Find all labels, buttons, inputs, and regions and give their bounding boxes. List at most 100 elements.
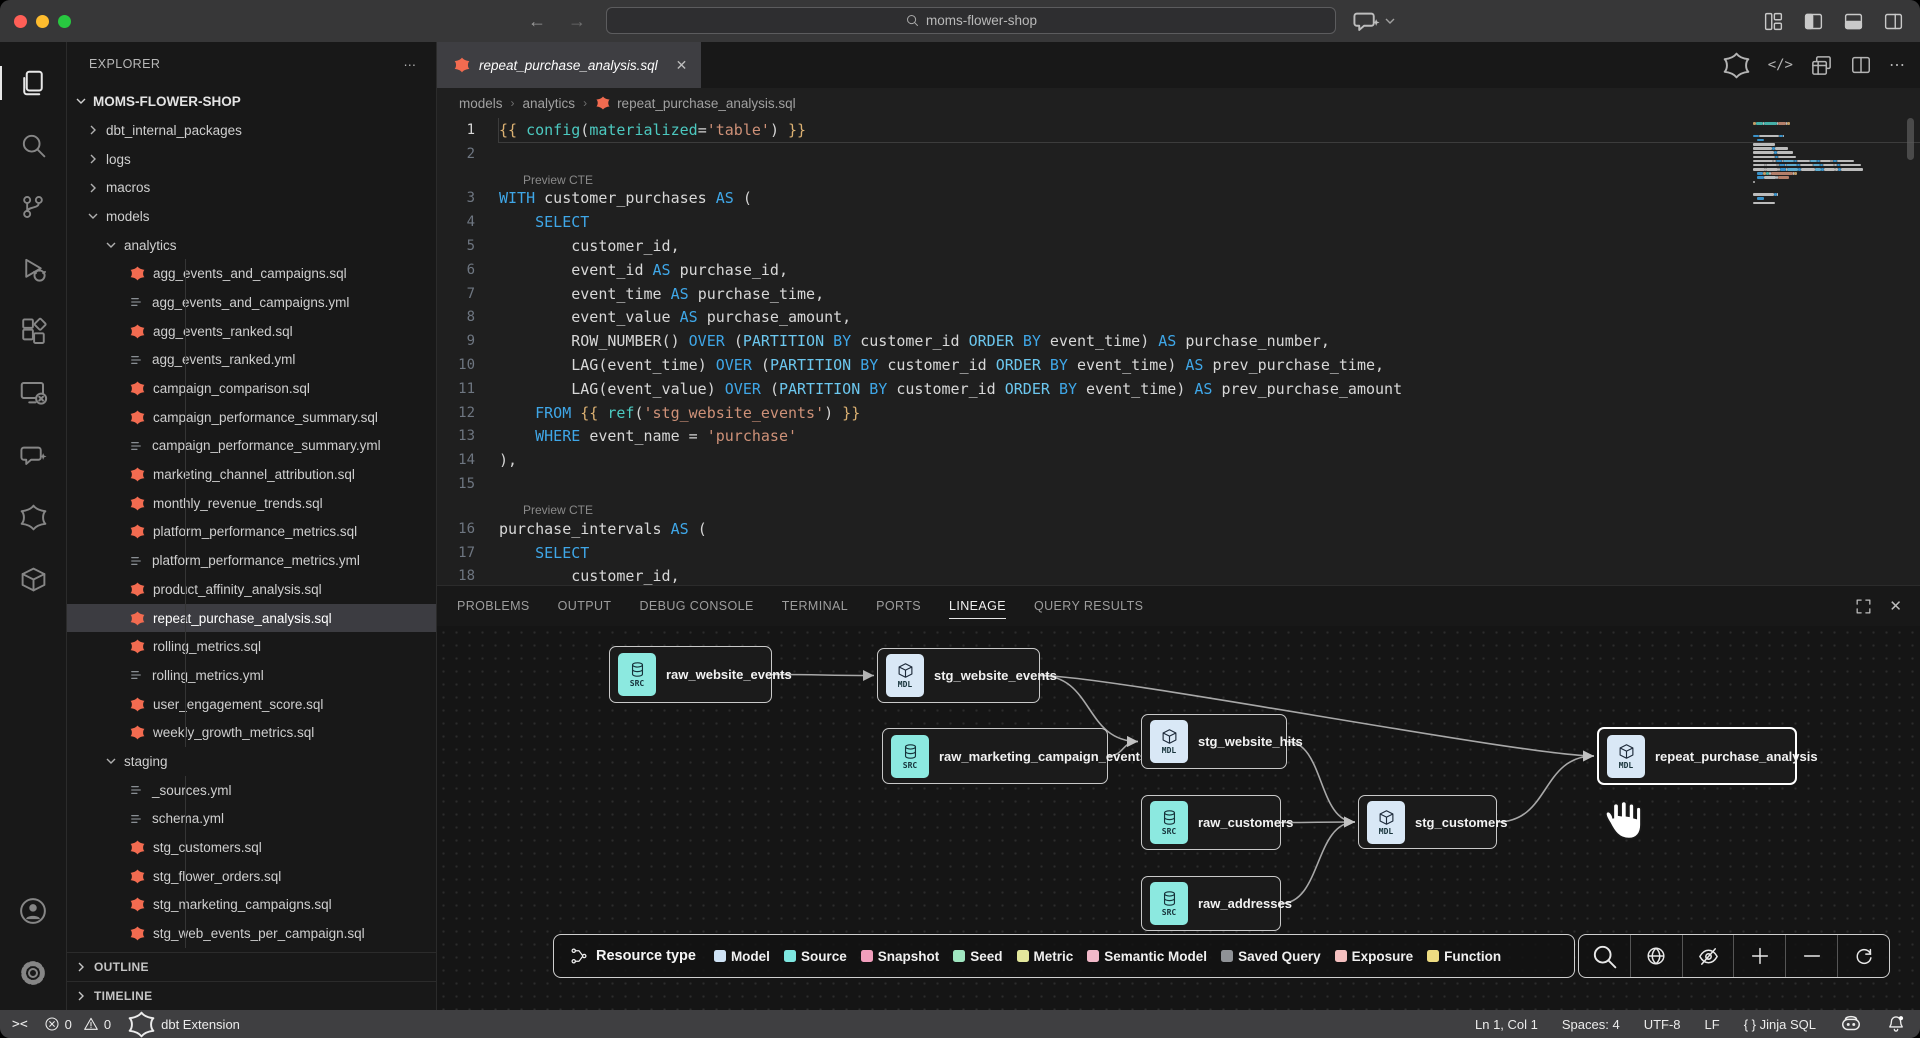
tree-item-stg-web-events-per-campaign-sql[interactable]: stg_web_events_per_campaign.sql xyxy=(67,919,436,948)
lineage-canvas[interactable]: SRCraw_website_events MDLstg_website_even… xyxy=(437,626,1920,1010)
lineage-search-icon[interactable] xyxy=(1579,935,1630,977)
activity-search[interactable] xyxy=(0,114,67,176)
panel-tab-problems[interactable]: PROBLEMS xyxy=(457,586,530,626)
maximize-window-button[interactable] xyxy=(58,15,71,28)
panel-tab-terminal[interactable]: TERMINAL xyxy=(782,586,848,626)
customize-layout-icon[interactable] xyxy=(1763,11,1784,32)
activity-chat[interactable] xyxy=(0,424,67,486)
close-window-button[interactable] xyxy=(14,15,27,28)
tree-item-user-engagement-score-sql[interactable]: user_engagement_score.sql xyxy=(67,690,436,719)
status-utf-8[interactable]: UTF-8 xyxy=(1644,1017,1681,1032)
tree-item-marketing-channel-attribution-sql[interactable]: marketing_channel_attribution.sql xyxy=(67,460,436,489)
lineage-plus-icon[interactable] xyxy=(1733,935,1785,977)
query-preview-icon[interactable] xyxy=(1810,54,1833,77)
activity-account[interactable] xyxy=(0,880,67,942)
tree-item-campaign-comparison-sql[interactable]: campaign_comparison.sql xyxy=(67,374,436,403)
panel-tab-output[interactable]: OUTPUT xyxy=(558,586,612,626)
tree-item-analytics[interactable]: analytics xyxy=(67,231,436,260)
tree-item-platform-performance-metrics-yml[interactable]: platform_performance_metrics.yml xyxy=(67,546,436,575)
tree-item-models[interactable]: models xyxy=(67,202,436,231)
toggle-primary-sidebar-icon[interactable] xyxy=(1803,11,1824,32)
toggle-secondary-sidebar-icon[interactable] xyxy=(1883,11,1904,32)
tree-item-product-affinity-analysis-sql[interactable]: product_affinity_analysis.sql xyxy=(67,575,436,604)
lineage-node-repeat-purchase-analysis[interactable]: MDLrepeat_purchase_analysis xyxy=(1597,727,1797,785)
tree-item-agg-events-and-campaigns-yml[interactable]: agg_events_and_campaigns.yml xyxy=(67,288,436,317)
breadcrumb[interactable]: models›analytics›repeat_purchase_analysi… xyxy=(437,88,1920,118)
tree-item-logs[interactable]: logs xyxy=(67,145,436,174)
tree-item-dbt-internal-packages[interactable]: dbt_internal_packages xyxy=(67,116,436,145)
breadcrumb-item[interactable]: analytics xyxy=(523,96,576,111)
toggle-panel-icon[interactable] xyxy=(1843,11,1864,32)
tab-repeat-purchase-analysis[interactable]: repeat_purchase_analysis.sql ✕ xyxy=(437,42,701,88)
copilot-chat-button[interactable] xyxy=(1352,7,1396,36)
lineage-refresh-icon[interactable] xyxy=(1837,935,1889,977)
dbt-action-icon[interactable] xyxy=(1722,51,1751,80)
command-center-search[interactable]: moms-flower-shop xyxy=(606,7,1336,34)
tree-item-staging[interactable]: staging xyxy=(67,747,436,776)
codelens-preview-cte[interactable]: Preview CTE xyxy=(437,496,1920,517)
status-lf[interactable]: LF xyxy=(1705,1017,1720,1032)
tree-item--sources-yml[interactable]: _sources.yml xyxy=(67,776,436,805)
tree-item-schema-yml[interactable]: schema.yml xyxy=(67,805,436,834)
status-spaces-4[interactable]: Spaces: 4 xyxy=(1562,1017,1620,1032)
panel-tab-lineage[interactable]: LINEAGE xyxy=(949,586,1006,626)
activity-package[interactable] xyxy=(0,548,67,610)
status--jinja-sql[interactable]: { } Jinja SQL xyxy=(1744,1017,1816,1032)
compiled-code-icon[interactable]: </> xyxy=(1768,57,1793,73)
tree-item-campaign-performance-summary-yml[interactable]: campaign_performance_summary.yml xyxy=(67,432,436,461)
problems-indicator[interactable]: 0 0 xyxy=(44,1016,111,1032)
lineage-node-stg-website-events[interactable]: MDLstg_website_events xyxy=(877,648,1040,703)
lineage-node-stg-customers[interactable]: MDLstg_customers xyxy=(1358,795,1497,849)
activity-dbt[interactable] xyxy=(0,486,67,548)
lineage-node-stg-website-hits[interactable]: MDLstg_website_hits xyxy=(1141,714,1287,769)
explorer-more-actions-icon[interactable]: ⋯ xyxy=(404,57,419,72)
tree-item-stg-customers-sql[interactable]: stg_customers.sql xyxy=(67,833,436,862)
tree-item-macros[interactable]: macros xyxy=(67,173,436,202)
tree-item-rolling-metrics-yml[interactable]: rolling_metrics.yml xyxy=(67,661,436,690)
dbt-extension-status[interactable]: dbt Extension xyxy=(127,1010,240,1038)
tree-item-agg-events-ranked-yml[interactable]: agg_events_ranked.yml xyxy=(67,346,436,375)
panel-tab-debug-console[interactable]: DEBUG CONSOLE xyxy=(639,586,753,626)
panel-tab-ports[interactable]: PORTS xyxy=(876,586,921,626)
code-editor[interactable]: 1{{ config(materialized='table') }}2Prev… xyxy=(437,118,1920,585)
activity-run-debug[interactable] xyxy=(0,238,67,300)
breadcrumb-item[interactable]: models xyxy=(459,96,503,111)
codelens-preview-cte[interactable]: Preview CTE xyxy=(437,166,1920,187)
close-tab-icon[interactable]: ✕ xyxy=(676,57,688,74)
sidebar-section-outline[interactable]: OUTLINE xyxy=(67,952,436,981)
tree-item-platform-performance-metrics-sql[interactable]: platform_performance_metrics.sql xyxy=(67,518,436,547)
tree-item-campaign-performance-summary-sql[interactable]: campaign_performance_summary.sql xyxy=(67,403,436,432)
minimize-window-button[interactable] xyxy=(36,15,49,28)
tree-item-weekly-growth-metrics-sql[interactable]: weekly_growth_metrics.sql xyxy=(67,718,436,747)
panel-tab-query-results[interactable]: QUERY RESULTS xyxy=(1034,586,1143,626)
activity-remote-explorer[interactable] xyxy=(0,362,67,424)
lineage-globe-icon[interactable] xyxy=(1630,935,1682,977)
tree-item-stg-marketing-campaigns-sql[interactable]: stg_marketing_campaigns.sql xyxy=(67,891,436,920)
lineage-minus-icon[interactable] xyxy=(1785,935,1837,977)
editor-scrollbar[interactable] xyxy=(1907,118,1914,160)
tree-item-stg-flower-orders-sql[interactable]: stg_flower_orders.sql xyxy=(67,862,436,891)
tree-item-rolling-metrics-sql[interactable]: rolling_metrics.sql xyxy=(67,632,436,661)
minimap[interactable] xyxy=(1753,122,1878,206)
split-editor-icon[interactable] xyxy=(1850,54,1872,76)
activity-extensions[interactable] xyxy=(0,300,67,362)
copilot-status-icon[interactable] xyxy=(1840,1013,1862,1035)
remote-indicator[interactable]: >< xyxy=(12,1017,28,1032)
tree-item-monthly-revenue-trends-sql[interactable]: monthly_revenue_trends.sql xyxy=(67,489,436,518)
status-ln-1-col-1[interactable]: Ln 1, Col 1 xyxy=(1475,1017,1538,1032)
tree-item-agg-events-ranked-sql[interactable]: agg_events_ranked.sql xyxy=(67,317,436,346)
activity-settings[interactable] xyxy=(0,942,67,1004)
lineage-node-raw-addresses[interactable]: SRCraw_addresses xyxy=(1141,876,1281,931)
lineage-node-raw-marketing-campaign-events[interactable]: SRCraw_marketing_campaign_events xyxy=(882,728,1108,784)
lineage-node-raw-website-events[interactable]: SRCraw_website_events xyxy=(609,646,772,703)
forward-icon[interactable]: → xyxy=(568,11,586,32)
activity-source-control[interactable] xyxy=(0,176,67,238)
sidebar-section-timeline[interactable]: TIMELINE xyxy=(67,981,436,1010)
maximize-panel-icon[interactable] xyxy=(1854,597,1873,616)
activity-explorer[interactable] xyxy=(0,52,67,114)
project-root-folder[interactable]: MOMS-FLOWER-SHOP xyxy=(67,86,436,116)
close-panel-icon[interactable]: ✕ xyxy=(1889,597,1902,616)
tree-item-agg-events-and-campaigns-sql[interactable]: agg_events_and_campaigns.sql xyxy=(67,259,436,288)
notifications-bell-icon[interactable] xyxy=(1886,1014,1906,1034)
tree-item-repeat-purchase-analysis-sql[interactable]: repeat_purchase_analysis.sql xyxy=(67,604,436,633)
